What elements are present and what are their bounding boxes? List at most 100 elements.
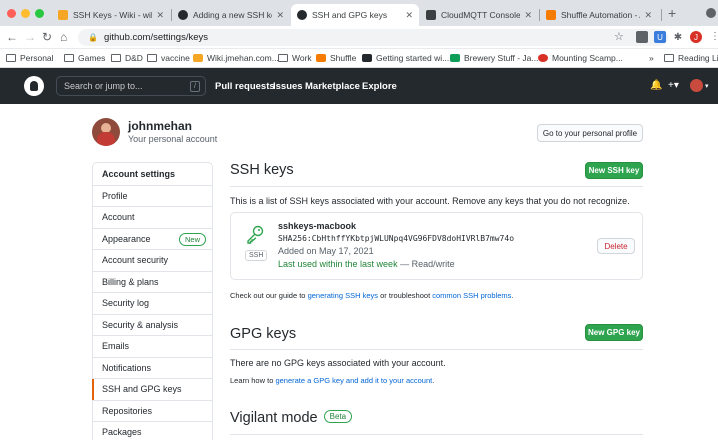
menu-icon[interactable]: ⋮ [710, 30, 718, 44]
chevron-down-icon: ▾ [705, 83, 709, 90]
browser-tab[interactable]: SSH Keys - Wiki - wiki.jmeh ✕ [52, 4, 170, 26]
home-icon[interactable]: ⌂ [60, 30, 67, 44]
address-bar[interactable]: 🔒 github.com/settings/keys [78, 29, 668, 46]
bookmark-label: Mounting Scamp... [552, 53, 623, 63]
close-tab-icon[interactable]: ✕ [644, 10, 652, 21]
close-tab-icon[interactable]: ✕ [156, 10, 164, 21]
sidebar-item-security-log[interactable]: Security log [93, 292, 212, 314]
nav-explore[interactable]: Explore [362, 81, 397, 92]
delete-ssh-key-button[interactable]: Delete [597, 238, 635, 254]
avatar[interactable] [92, 118, 120, 146]
sidebar-item-ssh-gpg-keys[interactable]: SSH and GPG keys [92, 378, 212, 400]
last-used-recent: Last used within the last week [278, 259, 398, 269]
common-ssh-problems-link[interactable]: common SSH problems [432, 291, 511, 300]
sidebar-item-packages[interactable]: Packages [93, 421, 212, 440]
learn-text: . [432, 376, 435, 385]
bookmark-star-icon[interactable]: ☆ [614, 30, 624, 44]
create-new-plus-icon[interactable]: +▾ [668, 80, 679, 91]
account-subtitle: Your personal account [128, 134, 218, 144]
sidebar-item-emails[interactable]: Emails [93, 335, 212, 357]
back-arrow-icon[interactable]: ← [6, 30, 18, 44]
sidebar-item-security-analysis[interactable]: Security & analysis [93, 313, 212, 336]
nav-pull-requests[interactable]: Pull requests [215, 81, 275, 92]
sidebar-item-profile[interactable]: Profile [93, 184, 212, 207]
bookmarks-overflow-button[interactable]: » [649, 53, 654, 63]
bookmark-item[interactable]: Mounting Scamp... [538, 53, 623, 63]
ssh-key-name: sshkeys-macbook [278, 221, 357, 231]
bookmark-item[interactable]: Games [64, 53, 105, 63]
folder-icon [147, 54, 157, 62]
ssh-keys-heading: SSH keys [230, 162, 294, 178]
shuffle-icon [316, 54, 326, 62]
divider [230, 434, 643, 435]
bookmark-item[interactable]: Work [278, 53, 312, 63]
bookmark-item[interactable]: Personal [6, 53, 54, 63]
vigilant-mode-heading: Vigilant mode Beta [230, 410, 353, 426]
user-avatar-menu[interactable] [690, 79, 703, 92]
browser-tab[interactable]: Shuffle Automation - An O ✕ [540, 4, 658, 26]
cloud-icon [426, 10, 436, 20]
sidebar-item-label: Emails [102, 341, 130, 352]
close-tab-icon[interactable]: ✕ [405, 10, 413, 21]
nav-issues[interactable]: Issues [273, 81, 303, 92]
github-logo-icon[interactable] [24, 76, 44, 96]
new-tab-button[interactable]: + [668, 5, 676, 21]
sidebar-item-repositories[interactable]: Repositories [93, 399, 212, 422]
lock-icon: 🔒 [88, 33, 98, 42]
ssh-key-added-date: Added on May 17, 2021 [278, 246, 374, 256]
bookmark-item[interactable]: Getting started wi... [362, 53, 449, 63]
extension-icon[interactable]: U [654, 31, 666, 43]
bookmark-item[interactable]: Brewery Stuff - Ja... [450, 53, 538, 63]
close-window-button[interactable] [7, 9, 16, 18]
new-ssh-key-button[interactable]: New SSH key [585, 162, 643, 179]
sidebar-item-notifications[interactable]: Notifications [93, 356, 212, 379]
github-icon [297, 10, 307, 20]
bug-icon [538, 54, 548, 62]
new-gpg-key-button[interactable]: New GPG key [585, 324, 643, 341]
bookmark-label: Personal [20, 53, 54, 63]
url-text: github.com/settings/keys [103, 32, 208, 43]
username[interactable]: johnmehan [128, 119, 192, 133]
close-tab-icon[interactable]: ✕ [524, 10, 532, 21]
extension-icon[interactable] [636, 31, 648, 43]
sidebar-item-label: SSH and GPG keys [102, 384, 182, 395]
sidebar-item-label: Packages [102, 427, 142, 438]
tab-search-icon[interactable] [706, 8, 716, 18]
new-badge: New [178, 232, 206, 246]
beta-badge: Beta [323, 410, 353, 423]
browser-toolbar: ← → ↻ ⌂ 🔒 github.com/settings/keys ☆ U ✱… [0, 26, 718, 49]
bookmark-item[interactable]: Shuffle [316, 53, 356, 63]
browser-tab[interactable]: CloudMQTT Console mikbo ✕ [420, 4, 538, 26]
generating-ssh-keys-link[interactable]: generating SSH keys [308, 291, 378, 300]
sidebar-item-label: Security & analysis [102, 319, 179, 330]
forward-arrow-icon[interactable]: → [24, 30, 36, 44]
sidebar-item-account[interactable]: Account [93, 206, 212, 228]
bookmark-item[interactable]: D&D [111, 53, 143, 63]
bookmark-item[interactable]: vaccine [147, 53, 190, 63]
minimize-window-button[interactable] [21, 9, 30, 18]
close-tab-icon[interactable]: ✕ [276, 10, 284, 21]
generate-gpg-key-link[interactable]: generate a GPG key and add it to your ac… [275, 376, 432, 385]
browser-tab-strip: SSH Keys - Wiki - wiki.jmeh ✕ Adding a n… [0, 0, 718, 26]
search-input[interactable]: Search or jump to... / [56, 76, 206, 96]
sidebar-item-label: Notifications [102, 362, 152, 373]
profile-avatar-icon[interactable]: J [690, 31, 702, 43]
browser-tab[interactable]: Adding a new SSH key to yo ✕ [172, 4, 290, 26]
sidebar-item-appearance[interactable]: Appearance New [93, 227, 212, 250]
tab-title: Adding a new SSH key to yo [193, 10, 272, 20]
browser-tab-active[interactable]: SSH and GPG keys ✕ [291, 4, 419, 26]
bookmark-item[interactable]: Wiki.jmehan.com... [193, 53, 279, 63]
nav-marketplace[interactable]: Marketplace [305, 81, 360, 92]
reload-icon[interactable]: ↻ [42, 30, 52, 44]
tab-title: CloudMQTT Console mikbo [441, 10, 521, 20]
gpg-empty-message: There are no GPG keys associated with yo… [230, 358, 446, 368]
notifications-bell-icon[interactable]: 🔔 [650, 80, 662, 91]
maximize-window-button[interactable] [35, 9, 44, 18]
puzzle-icon[interactable]: ✱ [672, 31, 684, 43]
sidebar-item-billing[interactable]: Billing & plans [93, 270, 212, 293]
sidebar-item-account-security[interactable]: Account security [93, 249, 212, 271]
sidebar-item-label: Account [102, 212, 135, 223]
ssh-keys-intro: This is a list of SSH keys associated wi… [230, 196, 630, 206]
reading-list-button[interactable]: Reading List [664, 53, 718, 63]
go-to-profile-button[interactable]: Go to your personal profile [537, 124, 643, 142]
